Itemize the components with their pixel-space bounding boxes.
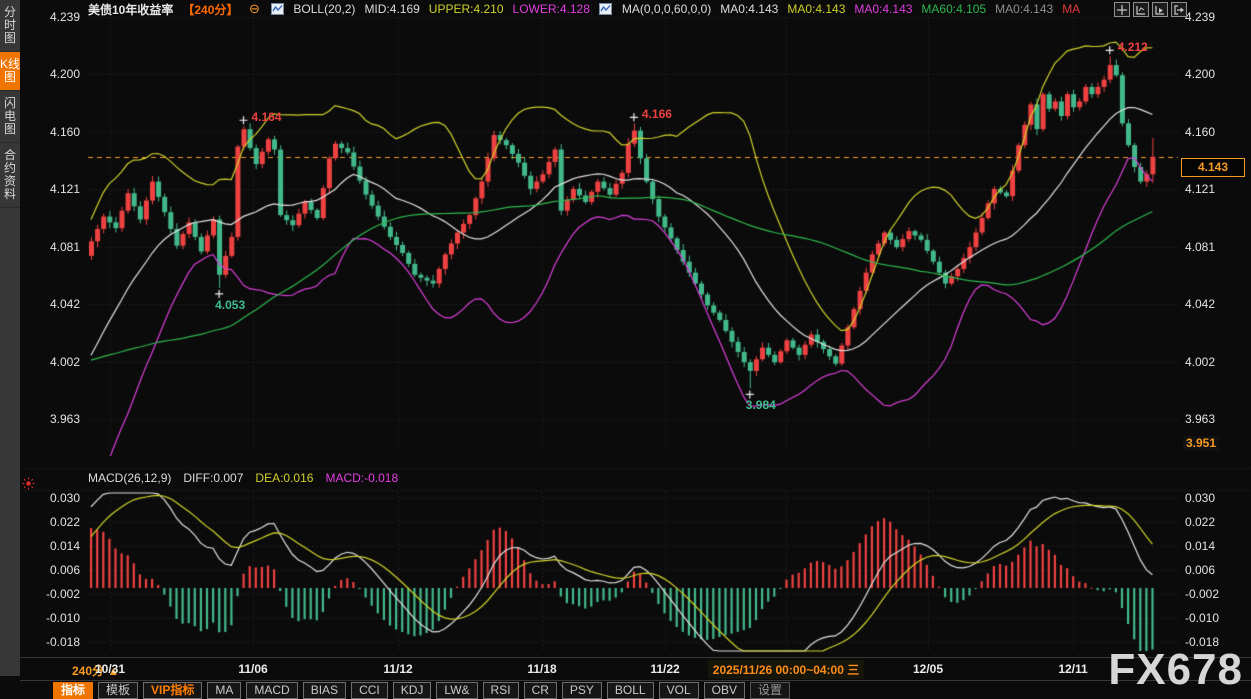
price-tick-right: 4.200 bbox=[1185, 67, 1215, 81]
chart-type-sidebar: 分时图K线图闪电图合约资料 bbox=[0, 0, 20, 676]
date-tick: 12/11 bbox=[1058, 662, 1087, 676]
toolbar-button-CCI[interactable]: CCI bbox=[351, 682, 388, 699]
ma-params: MA(0,0,0,60,0,0) bbox=[622, 2, 711, 16]
period-tag: 【240分】 bbox=[182, 1, 238, 18]
price-tick-right: 4.081 bbox=[1185, 240, 1215, 254]
price-tick-right: 4.239 bbox=[1185, 10, 1215, 24]
toolbar-button-MA[interactable]: MA bbox=[207, 682, 241, 699]
date-tick: 11/06 bbox=[238, 662, 267, 676]
ma60-value: MA60:4.105 bbox=[921, 2, 986, 16]
macd-tick-left: -0.018 bbox=[22, 635, 80, 649]
date-tick: 11/12 bbox=[383, 662, 412, 676]
toolbar-button-VIP[interactable]: VIP指标 bbox=[143, 682, 202, 699]
macd-tick-left: -0.002 bbox=[22, 587, 80, 601]
price-tick-right: 4.002 bbox=[1185, 355, 1215, 369]
pan-tool-icon[interactable] bbox=[1114, 2, 1130, 17]
toolbar-button-OBV[interactable]: OBV bbox=[704, 682, 745, 699]
macd-tick-right: 0.014 bbox=[1185, 539, 1215, 553]
price-annotation-high: 4.164 bbox=[252, 110, 282, 124]
macd-tick-right: 0.006 bbox=[1185, 563, 1215, 577]
sidebar-item-0[interactable]: 分时图 bbox=[0, 0, 20, 52]
price-tick-right: 4.121 bbox=[1185, 182, 1215, 196]
toolbar-button-CR[interactable]: CR bbox=[524, 682, 557, 699]
price-tick-right: 3.963 bbox=[1185, 412, 1215, 426]
price-tick-left: 4.200 bbox=[22, 67, 80, 81]
date-tick: 10/31 bbox=[95, 662, 125, 676]
trading-terminal-window: 分时图K线图闪电图合约资料 美债10年收益率【240分】 ⊖ BOLL(20,2) M… bbox=[0, 0, 1251, 699]
toolbar-button-BIAS[interactable]: BIAS bbox=[303, 682, 346, 699]
macd-tick-left: 0.014 bbox=[22, 539, 80, 553]
boll-mid-value: MID:4.169 bbox=[364, 2, 419, 16]
ma0-white-value: MA0:4.143 bbox=[720, 2, 778, 16]
price-tick-left: 4.160 bbox=[22, 125, 80, 139]
price-annotation-high: 4.166 bbox=[642, 107, 672, 121]
price-annotation-low: 4.053 bbox=[215, 298, 245, 312]
toolbar-button-0[interactable]: 指标 bbox=[53, 682, 93, 699]
hovered-session-label: 2025/11/26 00:00~04:00 三 bbox=[708, 660, 864, 679]
toolbar-separator-line bbox=[20, 680, 1251, 681]
live-indicator-icon bbox=[22, 477, 35, 495]
price-tick-left: 3.963 bbox=[22, 412, 80, 426]
session-low-tag: 3.951 bbox=[1183, 436, 1219, 451]
boll-indicator-icon[interactable] bbox=[270, 3, 284, 16]
ma-indicator-icon[interactable] bbox=[599, 3, 613, 16]
price-tick-left: 4.002 bbox=[22, 355, 80, 369]
ma0-magenta-value: MA0:4.143 bbox=[854, 2, 912, 16]
toolbar-button-BOLL[interactable]: BOLL bbox=[607, 682, 654, 699]
window-tool-icons bbox=[1114, 2, 1187, 17]
price-annotation-low: 3.984 bbox=[746, 398, 776, 412]
boll-label: BOLL(20,2) bbox=[293, 2, 355, 16]
macd-tick-left: 0.022 bbox=[22, 515, 80, 529]
minus-circle-icon[interactable]: ⊖ bbox=[247, 3, 261, 16]
boll-lower-value: LOWER:4.128 bbox=[513, 2, 590, 16]
macd-tick-right: 0.022 bbox=[1185, 515, 1215, 529]
sidebar-item-2[interactable]: 闪电图 bbox=[0, 91, 20, 143]
macd-diff-value: DIFF:0.007 bbox=[183, 471, 243, 485]
date-tick: 11/18 bbox=[527, 662, 556, 676]
symbol-name: 美债10年收益率 bbox=[88, 1, 173, 18]
price-annotation-high: 4.212 bbox=[1118, 40, 1148, 54]
axis-separator-line bbox=[20, 657, 1251, 658]
toolbar-button-PSY[interactable]: PSY bbox=[562, 682, 602, 699]
macd-macd-value: MACD:-0.018 bbox=[325, 471, 398, 485]
macd-tick-left: 0.006 bbox=[22, 563, 80, 577]
ma-red-label: MA bbox=[1062, 2, 1080, 16]
toolbar-button-LW[interactable]: LW& bbox=[436, 682, 477, 699]
boll-upper-value: UPPER:4.210 bbox=[429, 2, 504, 16]
macd-tick-right: 0.030 bbox=[1185, 491, 1215, 505]
play-forward-icon[interactable] bbox=[1152, 2, 1168, 17]
sidebar-item-3[interactable]: 合约资料 bbox=[0, 143, 20, 208]
date-tick: 12/05 bbox=[913, 662, 943, 676]
date-tick: 11/22 bbox=[650, 662, 679, 676]
price-tick-left: 4.239 bbox=[22, 10, 80, 24]
indicator-toolbar: 指标模板 VIP指标 MA MACD BIAS CCI KDJLW&RSI CR PSY BOLL… bbox=[53, 682, 790, 699]
macd-tick-left: -0.010 bbox=[22, 611, 80, 625]
ma0-yellow-value: MA0:4.143 bbox=[787, 2, 845, 16]
time-axis: 240分 ▲ 10/3111/0611/1211/1811/2212/0512/… bbox=[0, 659, 1251, 680]
macd-indicator-header: MACD(26,12,9) DIFF:0.007 DEA:0.016 MACD:… bbox=[88, 471, 398, 485]
macd-title: MACD(26,12,9) bbox=[88, 471, 171, 485]
toolbar-button-1[interactable]: 模板 bbox=[98, 682, 138, 699]
sidebar-item-1[interactable]: K线图 bbox=[0, 52, 20, 91]
toolbar-button-RSI[interactable]: RSI bbox=[483, 682, 519, 699]
price-tick-right: 4.042 bbox=[1185, 297, 1215, 311]
price-tick-left: 4.121 bbox=[22, 182, 80, 196]
export-icon[interactable] bbox=[1171, 2, 1187, 17]
toolbar-button-15[interactable]: 设置 bbox=[750, 682, 790, 699]
candlestick-chart-canvas[interactable] bbox=[0, 0, 1251, 699]
macd-tick-right: -0.010 bbox=[1185, 611, 1219, 625]
macd-dea-value: DEA:0.016 bbox=[255, 471, 313, 485]
toolbar-button-VOL[interactable]: VOL bbox=[659, 682, 699, 699]
indicator-header: 美债10年收益率【240分】 ⊖ BOLL(20,2) MID:4.169 UPPER:… bbox=[88, 1, 1080, 17]
ma0-gray-value: MA0:4.143 bbox=[995, 2, 1053, 16]
price-tick-left: 4.042 bbox=[22, 297, 80, 311]
last-price-tag: 4.143 bbox=[1181, 158, 1245, 177]
price-tick-right: 4.160 bbox=[1185, 125, 1215, 139]
axis-range-icon[interactable] bbox=[1133, 2, 1149, 17]
macd-tick-right: -0.002 bbox=[1185, 587, 1219, 601]
toolbar-button-MACD[interactable]: MACD bbox=[246, 682, 297, 699]
toolbar-button-KDJ[interactable]: KDJ bbox=[393, 682, 432, 699]
price-tick-left: 4.081 bbox=[22, 240, 80, 254]
fx678-watermark: FX678 bbox=[1108, 645, 1243, 695]
